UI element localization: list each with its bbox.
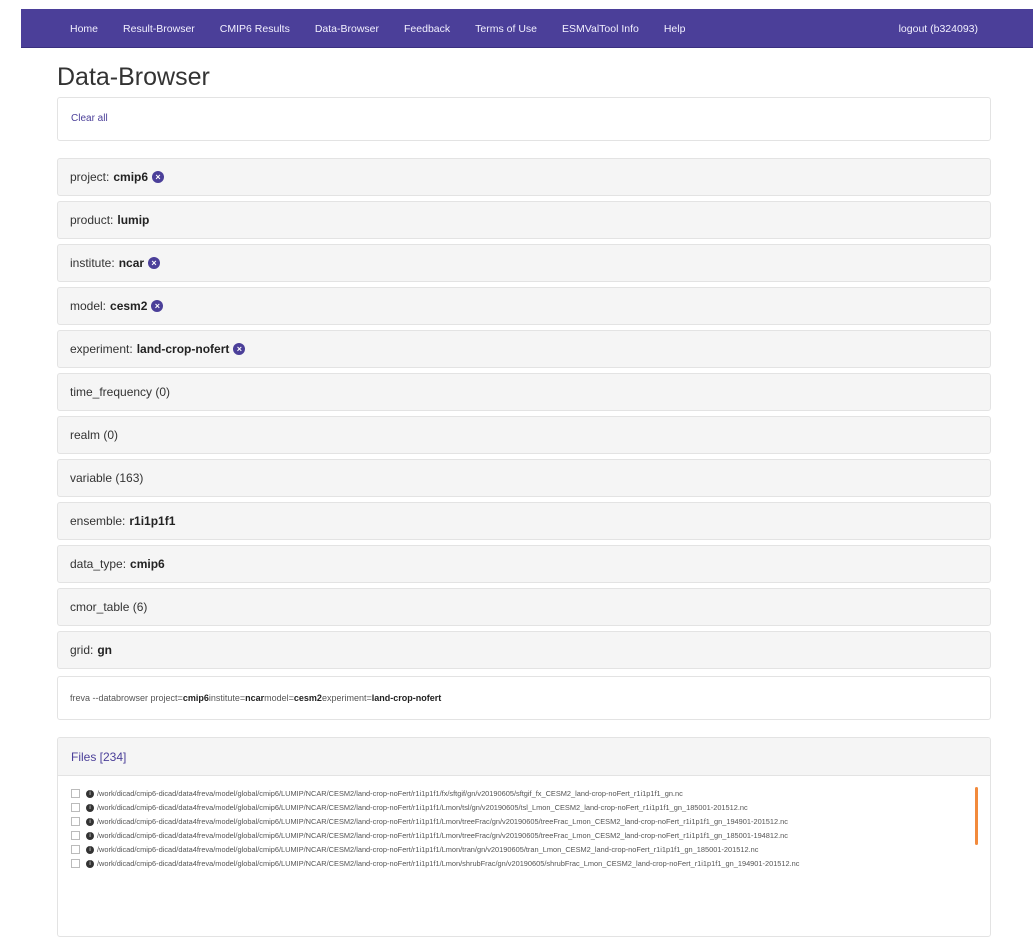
facet-label: project:: [70, 170, 110, 184]
facet-label: variable (163): [70, 471, 144, 485]
info-icon[interactable]: i: [86, 804, 94, 812]
clear-all-panel: Clear all: [57, 97, 991, 141]
facet-label: data_type:: [70, 557, 127, 571]
facet-row[interactable]: data_type: cmip6: [57, 545, 991, 583]
facet-label: cmor_table (6): [70, 600, 148, 614]
file-checkbox[interactable]: [71, 859, 80, 868]
info-icon[interactable]: i: [86, 846, 94, 854]
nav-home[interactable]: Home: [70, 23, 98, 35]
file-path: /work/dicad/cmip6-dicad/data4freva/model…: [97, 789, 683, 798]
facet-label: grid:: [70, 643, 94, 657]
facet-row[interactable]: institute: ncar ×: [57, 244, 991, 282]
clear-all-link[interactable]: Clear all: [71, 113, 108, 124]
command-prefix: freva --databrowser project=: [70, 693, 183, 703]
file-checkbox[interactable]: [71, 817, 80, 826]
file-row: i/work/dicad/cmip6-dicad/data4freva/mode…: [71, 815, 961, 829]
facet-value: r1i1p1f1: [129, 514, 176, 528]
remove-facet-icon[interactable]: ×: [152, 171, 165, 183]
file-row: i/work/dicad/cmip6-dicad/data4freva/mode…: [71, 801, 961, 815]
file-path: /work/dicad/cmip6-dicad/data4freva/model…: [97, 845, 759, 854]
facet-row[interactable]: cmor_table (6): [57, 588, 991, 626]
file-checkbox[interactable]: [71, 789, 80, 798]
file-row: i/work/dicad/cmip6-dicad/data4freva/mode…: [71, 787, 961, 801]
command-model: cesm2: [293, 693, 322, 703]
facet-row[interactable]: realm (0): [57, 416, 991, 454]
facet-value: gn: [97, 643, 113, 657]
facet-value: cmip6: [113, 170, 149, 184]
command-experiment-label: experiment=: [321, 693, 372, 703]
file-row: i/work/dicad/cmip6-dicad/data4freva/mode…: [71, 843, 961, 857]
facet-label: time_frequency (0): [70, 385, 171, 399]
page-title: Data-Browser: [57, 63, 210, 91]
facet-row[interactable]: ensemble: r1i1p1f1: [57, 502, 991, 540]
logout-link[interactable]: logout (b324093): [899, 9, 978, 48]
file-checkbox[interactable]: [71, 831, 80, 840]
remove-facet-icon[interactable]: ×: [233, 343, 246, 355]
info-icon[interactable]: i: [86, 790, 94, 798]
files-panel: Files [234] i/work/dicad/cmip6-dicad/dat…: [57, 737, 991, 937]
facet-value: cmip6: [130, 557, 165, 571]
freva-command-panel: freva --databrowser project= cmip6 instit…: [57, 676, 991, 720]
facet-value: cesm2: [110, 299, 148, 313]
facet-row[interactable]: experiment: land-crop-nofert ×: [57, 330, 991, 368]
facet-list: project: cmip6 × product: lumip institute: nca…: [57, 158, 991, 674]
facet-row[interactable]: grid: gn: [57, 631, 991, 669]
facet-row[interactable]: time_frequency (0): [57, 373, 991, 411]
facet-label: institute:: [70, 256, 115, 270]
facet-value: land-crop-nofert: [136, 342, 230, 356]
top-navbar: Home Result-Browser CMIP6 Results Data-B…: [21, 9, 1033, 48]
remove-facet-icon[interactable]: ×: [151, 300, 164, 312]
facet-row[interactable]: product: lumip: [57, 201, 991, 239]
file-row: i/work/dicad/cmip6-dicad/data4freva/mode…: [71, 829, 961, 843]
nav-cmip6-results[interactable]: CMIP6 Results: [220, 23, 290, 35]
facet-row[interactable]: variable (163): [57, 459, 991, 497]
info-icon[interactable]: i: [86, 860, 94, 868]
facet-label: realm (0): [70, 428, 119, 442]
nav-terms-of-use[interactable]: Terms of Use: [475, 23, 537, 35]
file-path: /work/dicad/cmip6-dicad/data4freva/model…: [97, 859, 800, 868]
command-institute-label: institute=: [208, 693, 246, 703]
command-experiment: land-crop-nofert: [371, 693, 442, 703]
nav-result-browser[interactable]: Result-Browser: [123, 23, 195, 35]
file-checkbox[interactable]: [71, 803, 80, 812]
file-list-scrollbar[interactable]: [975, 787, 978, 845]
nav-help[interactable]: Help: [664, 23, 686, 35]
facet-label: ensemble:: [70, 514, 126, 528]
nav-feedback[interactable]: Feedback: [404, 23, 450, 35]
facet-label: experiment:: [70, 342, 133, 356]
facet-row[interactable]: model: cesm2 ×: [57, 287, 991, 325]
nav-menu: Home Result-Browser CMIP6 Results Data-B…: [70, 9, 710, 48]
file-row: i/work/dicad/cmip6-dicad/data4freva/mode…: [71, 857, 961, 871]
facet-label: model:: [70, 299, 107, 313]
command-project: cmip6: [182, 693, 209, 703]
facet-row[interactable]: project: cmip6 ×: [57, 158, 991, 196]
command-institute: ncar: [245, 693, 265, 703]
facet-value: lumip: [117, 213, 150, 227]
file-list: i/work/dicad/cmip6-dicad/data4freva/mode…: [71, 787, 961, 871]
file-path: /work/dicad/cmip6-dicad/data4freva/model…: [97, 831, 788, 840]
nav-esmvaltool-info[interactable]: ESMValTool Info: [562, 23, 639, 35]
files-header[interactable]: Files [234]: [58, 738, 990, 776]
file-path: /work/dicad/cmip6-dicad/data4freva/model…: [97, 803, 748, 812]
info-icon[interactable]: i: [86, 832, 94, 840]
remove-facet-icon[interactable]: ×: [148, 257, 161, 269]
file-path: /work/dicad/cmip6-dicad/data4freva/model…: [97, 817, 788, 826]
facet-value: ncar: [118, 256, 145, 270]
info-icon[interactable]: i: [86, 818, 94, 826]
nav-data-browser[interactable]: Data-Browser: [315, 23, 379, 35]
facet-label: product:: [70, 213, 114, 227]
file-checkbox[interactable]: [71, 845, 80, 854]
command-model-label: model=: [264, 693, 294, 703]
